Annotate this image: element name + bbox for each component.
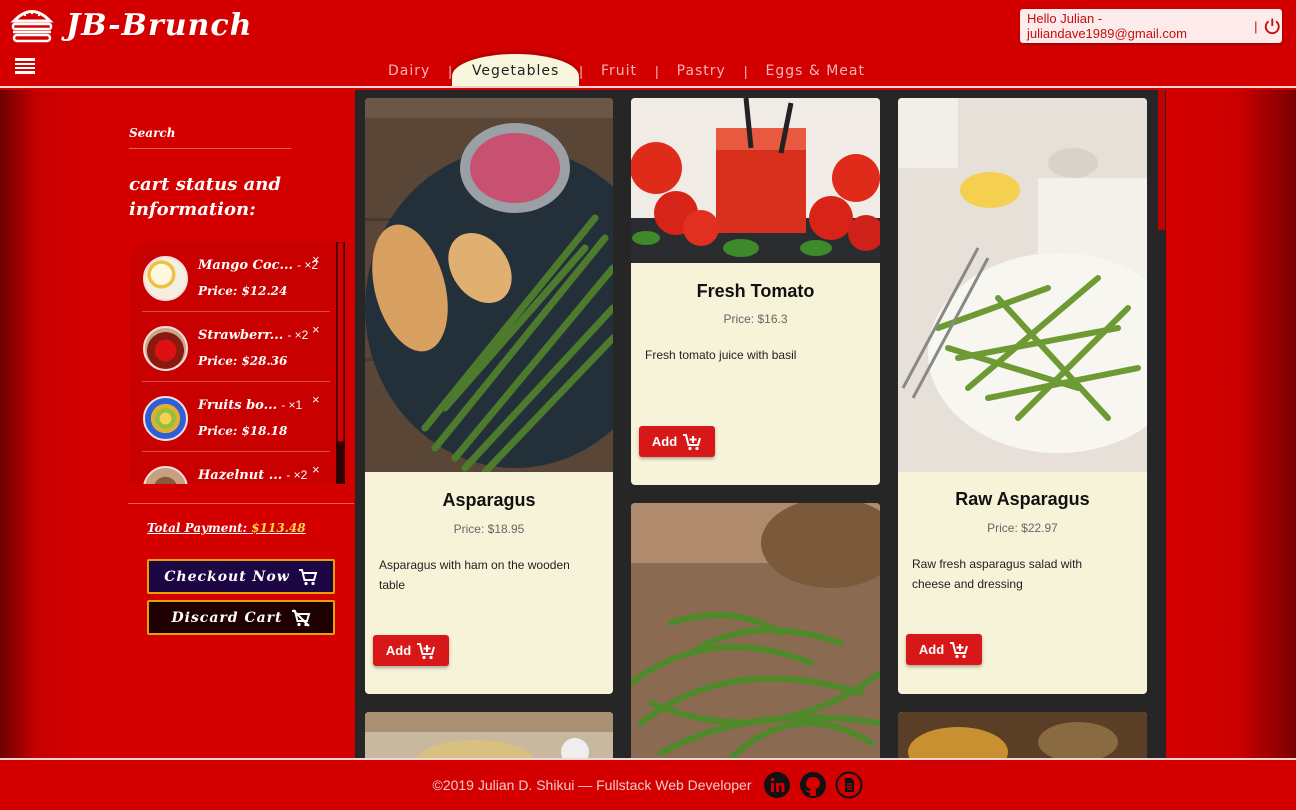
add-cart-icon <box>683 433 702 450</box>
product-image <box>365 98 613 472</box>
user-separator: | <box>1254 18 1258 34</box>
footer-credit: ©2019 Julian D. Shikui — Fullstack Web D… <box>432 777 752 793</box>
tab-dairy[interactable]: Dairy <box>370 63 448 86</box>
tab-vegetables[interactable]: Vegetables <box>451 54 580 86</box>
cart-list: Mango Coc... - ×2 Price: $12.24 × Strawbe… <box>130 242 335 484</box>
cart-scrollbar[interactable] <box>336 242 345 484</box>
product-card <box>365 712 613 758</box>
cart-item-name: Fruits bo... - ×1 <box>198 398 303 413</box>
tab-fruit[interactable]: Fruit <box>583 63 655 86</box>
add-label: Add <box>385 643 412 658</box>
cart-item-price: Price: $18.18 <box>198 424 288 438</box>
product-grid: Asparagus Price: $18.95 Asparagus with h… <box>355 90 1166 758</box>
add-to-cart-button[interactable]: Add <box>373 635 449 666</box>
remove-item-icon[interactable]: × <box>312 252 320 267</box>
product-card <box>898 712 1147 758</box>
product-image <box>898 98 1147 472</box>
product-price: Price: $22.97 <box>987 521 1058 535</box>
checkout-label: Checkout Now <box>164 568 290 585</box>
cart-item: Strawberr... - ×2 Price: $28.36 × <box>142 312 330 382</box>
github-icon[interactable] <box>799 771 827 799</box>
header: JB-Brunch Dairy | Vegetables | Fruit | P… <box>0 0 1296 88</box>
total-divider <box>128 503 354 504</box>
product-card: Fresh Tomato Price: $16.3 Fresh tomato j… <box>631 98 880 485</box>
cart-item: Fruits bo... - ×1 Price: $18.18 × <box>142 382 330 452</box>
total-amount: $113.48 <box>251 521 306 535</box>
product-image <box>365 712 613 758</box>
cart-item-price: Price: $28.36 <box>198 354 288 368</box>
power-logout-icon[interactable] <box>1263 16 1282 36</box>
tab-pastry[interactable]: Pastry <box>659 63 744 86</box>
add-label: Add <box>918 642 945 657</box>
cart-item: Hazelnut ... - ×2 × <box>142 452 330 484</box>
cart-item: Mango Coc... - ×2 Price: $12.24 × <box>142 242 330 312</box>
product-image <box>631 98 880 263</box>
remove-item-icon[interactable]: × <box>312 392 320 407</box>
product-description: Asparagus with ham on the wooden table <box>379 558 570 592</box>
menu-icon[interactable] <box>15 58 35 74</box>
cart-item-thumbnail <box>143 466 188 484</box>
remove-item-icon[interactable]: × <box>312 322 320 337</box>
total-payment: Total Payment: $113.48 <box>147 521 306 535</box>
discard-cart-button[interactable]: Discard Cart <box>147 600 335 635</box>
add-cart-icon <box>950 641 969 658</box>
product-grid-scrollbar[interactable] <box>1157 90 1166 758</box>
product-card: Asparagus Price: $18.95 Asparagus with h… <box>365 98 613 694</box>
search-underline <box>129 148 291 149</box>
user-info-box: Hello Julian - juliandave1989@gmail.com … <box>1020 9 1282 43</box>
product-price: Price: $16.3 <box>723 312 788 326</box>
product-title: Raw Asparagus <box>955 489 1090 509</box>
cart-icon <box>298 568 318 585</box>
cart-scrollbar-thumb[interactable] <box>337 242 344 442</box>
add-to-cart-button[interactable]: Add <box>639 426 715 457</box>
user-greeting: Hello Julian - juliandave1989@gmail.com <box>1027 11 1187 41</box>
product-card <box>631 503 880 758</box>
cart-item-thumbnail <box>143 256 188 301</box>
search-label[interactable]: Search <box>129 126 175 140</box>
product-description: Fresh tomato juice with basil <box>645 348 797 362</box>
product-card: Raw Asparagus Price: $22.97 Raw fresh as… <box>898 98 1147 694</box>
cart-item-name: Hazelnut ... - ×2 <box>198 468 308 483</box>
resume-document-icon[interactable] <box>835 771 863 799</box>
discard-label: Discard Cart <box>171 609 283 626</box>
tab-eggs-meat[interactable]: Eggs & Meat <box>747 63 883 86</box>
cart-item-name: Strawberr... - ×2 <box>198 328 309 343</box>
cart-item-thumbnail <box>143 396 188 441</box>
checkout-button[interactable]: Checkout Now <box>147 559 335 594</box>
add-cart-icon <box>417 642 436 659</box>
cart-item-price: Price: $12.24 <box>198 284 288 298</box>
cart-heading: cart status and information: <box>129 174 281 220</box>
brand-title: JB-Brunch <box>66 7 253 43</box>
cart-item-name: Mango Coc... - ×2 <box>198 258 319 273</box>
burger-logo-icon <box>10 10 54 43</box>
remove-item-icon[interactable]: × <box>312 462 320 477</box>
product-title: Asparagus <box>442 490 536 510</box>
product-image <box>631 503 880 758</box>
category-tabs: Dairy | Vegetables | Fruit | Pastry | Eg… <box>370 52 883 86</box>
cart-item-thumbnail <box>143 326 188 371</box>
linkedin-icon[interactable] <box>763 771 791 799</box>
remove-cart-icon <box>291 608 310 627</box>
right-gutter <box>1166 90 1296 758</box>
product-description: Raw fresh asparagus salad with cheese an… <box>912 557 1083 591</box>
product-price: Price: $18.95 <box>453 522 525 536</box>
footer: ©2019 Julian D. Shikui — Fullstack Web D… <box>0 758 1296 810</box>
add-label: Add <box>651 434 678 449</box>
add-to-cart-button[interactable]: Add <box>906 634 982 665</box>
product-grid-scrollbar-thumb[interactable] <box>1158 90 1165 230</box>
product-image <box>898 712 1147 758</box>
brand[interactable]: JB-Brunch <box>10 6 252 44</box>
product-title: Fresh Tomato <box>696 281 815 301</box>
total-label: Total Payment: <box>147 521 248 535</box>
